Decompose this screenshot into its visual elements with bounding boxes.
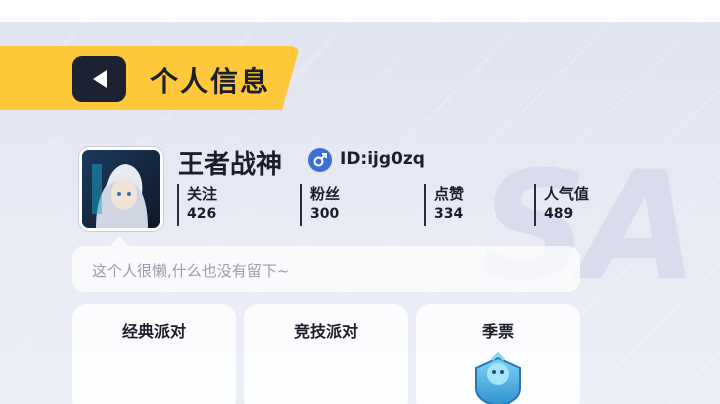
bio-caret	[110, 236, 128, 246]
stat-label: 点赞	[434, 185, 465, 203]
user-id[interactable]: ID:ijg0zq	[340, 149, 425, 169]
page-title: 个人信息	[150, 65, 271, 98]
stat-fans[interactable]: 粉丝 300	[300, 184, 340, 226]
card-season-pass[interactable]: 季票	[416, 304, 580, 404]
stat-likes[interactable]: 点赞 334	[424, 184, 464, 226]
stat-value: 334	[434, 206, 464, 222]
stat-value: 426	[187, 206, 217, 222]
back-arrow-icon	[89, 68, 109, 90]
stat-value: 300	[310, 206, 340, 222]
stat-value: 489	[544, 206, 574, 222]
bio-text: 这个人很懒,什么也没有留下~	[92, 262, 290, 280]
back-button[interactable]	[72, 56, 126, 102]
stat-label: 关注	[187, 185, 218, 203]
stat-label: 人气值	[544, 185, 590, 203]
card-classic-party[interactable]: 经典派对	[72, 304, 236, 404]
avatar[interactable]	[79, 147, 163, 231]
stat-label: 粉丝	[310, 185, 341, 203]
card-label: 经典派对	[121, 322, 186, 341]
card-label: 竞技派对	[293, 322, 358, 341]
stat-popularity[interactable]: 人气值 489	[534, 184, 589, 226]
card-competitive-party[interactable]: 竞技派对	[244, 304, 408, 404]
username: 王者战神	[178, 150, 283, 180]
stat-following[interactable]: 关注 426	[177, 184, 217, 226]
top-strip	[0, 0, 720, 22]
card-label: 季票	[481, 322, 514, 341]
male-icon	[308, 148, 332, 172]
profile-panel: SA 个人信息 王者战神 ID:ijg0zq 关注 426 粉丝 300 点赞 …	[0, 22, 720, 404]
season-pass-badge-icon	[468, 348, 528, 404]
